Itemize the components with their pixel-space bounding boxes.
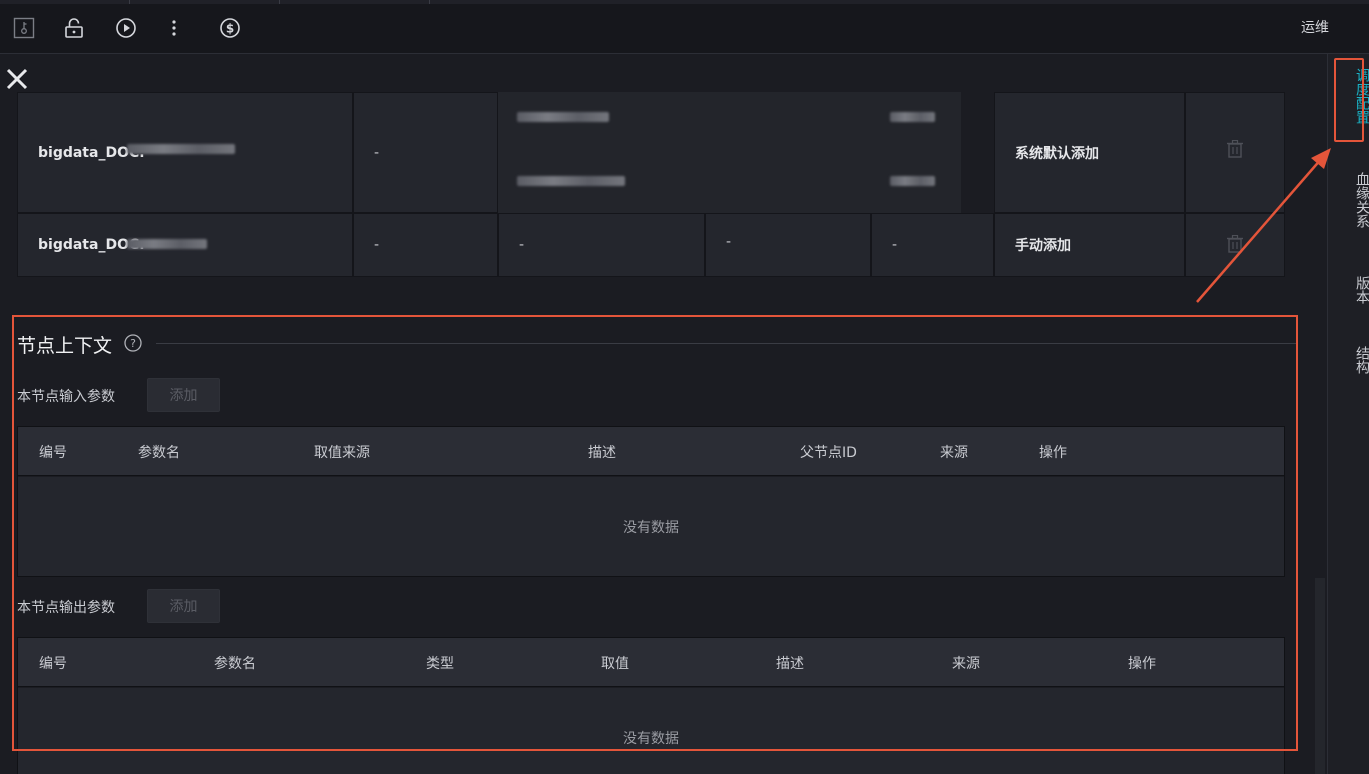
unlock-icon[interactable]: [62, 16, 86, 40]
rail-highlight-box: [1334, 58, 1364, 142]
top-toolbar: $ 运维: [0, 0, 1369, 54]
row-cell: -: [705, 213, 871, 277]
play-icon[interactable]: [114, 16, 138, 40]
dollar-icon[interactable]: $: [218, 16, 242, 40]
rail-tab-version[interactable]: 版本: [1328, 276, 1369, 304]
row-cell: -: [871, 213, 994, 277]
row-cell: -: [498, 213, 705, 277]
scrollbar[interactable]: [1315, 578, 1325, 774]
rail-tab-lineage[interactable]: 血缘关系: [1328, 172, 1369, 228]
svg-text:$: $: [226, 22, 234, 36]
tab-strip: [0, 0, 1369, 4]
row-source: 手动添加: [994, 213, 1185, 277]
redacted-text: [517, 112, 609, 122]
upper-table: bigdata_DOC. - 系统默认添加 bigdata_DOC. - - -…: [17, 92, 1285, 277]
more-vertical-icon[interactable]: [162, 16, 186, 40]
redacted-text: [890, 112, 935, 122]
ops-link[interactable]: 运维: [1301, 17, 1329, 37]
redacted-area: [498, 92, 961, 213]
row-source: 系统默认添加: [994, 92, 1185, 213]
context-highlight-box: [12, 315, 1298, 751]
redacted-text: [127, 239, 207, 249]
redacted-text: [517, 176, 625, 186]
row-cell: -: [353, 213, 498, 277]
trash-icon[interactable]: [1227, 139, 1243, 158]
key-file-icon[interactable]: [12, 16, 36, 40]
row-cell: -: [353, 92, 498, 213]
rail-tab-structure[interactable]: 结构: [1328, 346, 1369, 374]
redacted-text: [890, 176, 935, 186]
redacted-text: [127, 144, 235, 154]
close-icon[interactable]: [4, 66, 30, 92]
right-rail: 调度配置 血缘关系 版本 结构: [1327, 54, 1369, 774]
trash-icon[interactable]: [1227, 234, 1243, 253]
